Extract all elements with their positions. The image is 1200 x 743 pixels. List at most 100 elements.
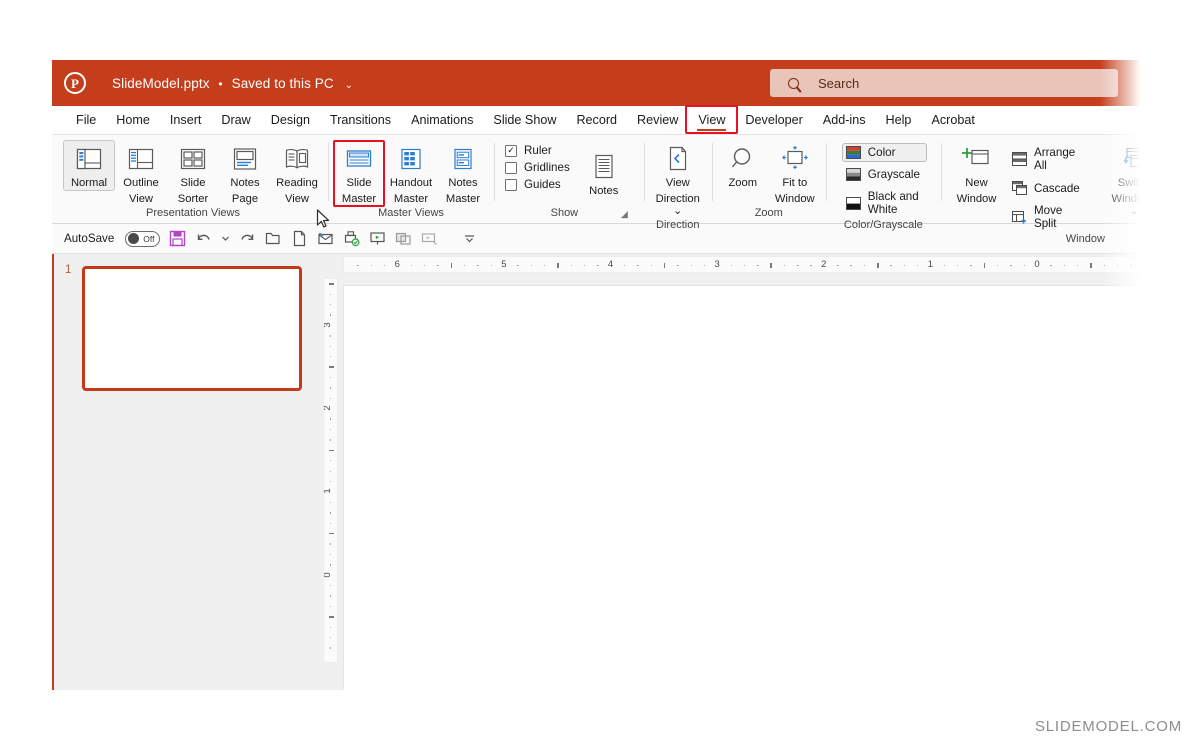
grayscale-option-label: Grayscale	[867, 168, 920, 181]
tab-record[interactable]: Record	[566, 110, 627, 130]
tab-file[interactable]: File	[66, 110, 106, 130]
notes-master-button[interactable]: Notes Master	[437, 140, 489, 206]
slide-canvas[interactable]	[343, 285, 1152, 690]
hruler-minor-tick	[983, 263, 986, 268]
hruler-minor-tick	[677, 264, 679, 266]
normal-view-button[interactable]: Normal	[63, 140, 115, 191]
arrange-all-option[interactable]: Arrange All	[1008, 143, 1093, 175]
horizontal-ruler[interactable]: 6 5 4 3 2 1 0	[343, 256, 1150, 273]
vruler-minor-tick	[330, 470, 332, 472]
vertical-ruler[interactable]: 3 2 1 0	[322, 278, 338, 663]
new-window-button[interactable]: New Window	[949, 140, 1004, 206]
view-direction-button[interactable]: View Direction ⌄	[649, 140, 707, 219]
search-input[interactable]: Search	[770, 69, 1118, 97]
ribbon-group-master-views: Slide Master Handout Master Notes Master…	[328, 135, 494, 223]
new-file-icon[interactable]	[291, 230, 308, 247]
document-title[interactable]: SlideModel.pptx • Saved to this PC ⌄	[112, 76, 353, 91]
zoom-button[interactable]: Zoom	[717, 140, 769, 191]
bw-swatch-icon	[845, 196, 861, 210]
hruler-minor-tick	[463, 264, 466, 266]
ruler-checkbox-box: ✓	[505, 144, 517, 157]
vruler-minor-tick	[328, 532, 334, 535]
slide-sorter-button[interactable]: Slide Sorter	[167, 140, 219, 206]
tab-view[interactable]: View	[688, 110, 735, 131]
start-slideshow-icon[interactable]	[369, 230, 386, 247]
print-preview-icon[interactable]	[343, 230, 360, 247]
handout-master-label-1: Handout	[389, 177, 433, 189]
grayscale-option[interactable]: Grayscale	[842, 165, 927, 184]
tab-help[interactable]: Help	[876, 110, 922, 130]
tab-draw[interactable]: Draw	[211, 110, 260, 130]
notes-page-button[interactable]: Notes Page	[219, 140, 271, 206]
notes-icon	[592, 152, 616, 182]
outline-view-button[interactable]: Outline View	[115, 140, 167, 206]
save-status: Saved to this PC	[231, 75, 334, 91]
color-mode-options: Color Grayscale Black and White	[838, 140, 929, 219]
hruler-minor-tick	[837, 264, 839, 266]
redo-icon[interactable]	[239, 230, 256, 247]
fit-to-window-button[interactable]: Fit to Window	[769, 140, 821, 206]
hruler-minor-tick	[690, 264, 692, 266]
ribbon-group-window: New Window Arrange All Cascade Move Spli…	[940, 135, 1152, 245]
tab-developer[interactable]: Developer	[735, 110, 812, 130]
undo-icon[interactable]	[195, 230, 212, 247]
ruler-checkbox[interactable]: ✓ Ruler	[505, 144, 570, 157]
slide-thumbnail-1[interactable]	[82, 266, 302, 391]
open-icon[interactable]	[265, 230, 282, 247]
tab-slide-show[interactable]: Slide Show	[483, 110, 566, 130]
hruler-minor-tick	[757, 264, 759, 266]
file-name: SlideModel.pptx	[112, 75, 210, 91]
vruler-minor-tick	[328, 616, 334, 618]
black-and-white-option[interactable]: Black and White	[842, 187, 927, 219]
handout-master-label-2: Master	[393, 192, 429, 205]
ribbon-group-color-grayscale: Color Grayscale Black and White Color/Gr…	[825, 135, 941, 231]
hruler-minor-tick	[1090, 263, 1092, 268]
hruler-minor-tick	[650, 264, 652, 266]
duplicate-icon[interactable]	[395, 230, 412, 247]
hruler-minor-tick	[997, 264, 999, 266]
present-online-icon[interactable]	[421, 230, 438, 247]
switch-windows-button[interactable]: Switch Windows ⌄	[1107, 140, 1152, 219]
tab-acrobat[interactable]: Acrobat	[921, 110, 984, 130]
hruler-minor-tick	[1130, 264, 1132, 266]
qat-more-icon[interactable]	[461, 230, 478, 247]
autosave-state-label: Off	[143, 233, 155, 244]
group-label-presentation-views: Presentation Views	[146, 207, 240, 219]
tab-design[interactable]: Design	[261, 110, 320, 130]
slide-edit-area: 6 5 4 3 2 1 0	[341, 254, 1152, 690]
tab-review[interactable]: Review	[627, 110, 688, 130]
move-split-icon	[1011, 210, 1027, 224]
switch-windows-label-2: Windows ⌄	[1111, 192, 1152, 218]
tab-insert[interactable]: Insert	[160, 110, 212, 130]
autosave-toggle[interactable]: Off	[125, 230, 161, 247]
tab-animations[interactable]: Animations	[401, 110, 483, 130]
guides-checkbox[interactable]: Guides	[505, 178, 570, 191]
move-split-option[interactable]: Move Split	[1008, 201, 1093, 233]
slide-thumbnail-pane[interactable]: 1	[54, 254, 319, 690]
handout-master-icon	[398, 144, 424, 174]
view-direction-label-2: Direction ⌄	[655, 192, 700, 218]
slidemodel-watermark: SLIDEMODEL.COM	[1034, 718, 1182, 735]
tab-transitions[interactable]: Transitions	[320, 110, 401, 130]
vruler-minor-tick	[330, 553, 332, 556]
chevron-down-icon[interactable]: ⌄	[345, 80, 353, 91]
tab-add-ins[interactable]: Add-ins	[813, 110, 876, 130]
reading-view-button[interactable]: Reading View	[271, 140, 323, 206]
group-label-show-text: Show	[550, 207, 579, 219]
email-icon[interactable]	[317, 230, 334, 247]
normal-view-icon	[76, 144, 102, 174]
undo-dropdown-icon[interactable]	[221, 230, 230, 247]
color-option[interactable]: Color	[841, 143, 927, 162]
dialog-launcher-icon[interactable]: ◢	[621, 209, 628, 220]
cascade-option[interactable]: Cascade	[1008, 178, 1093, 198]
save-icon[interactable]	[169, 230, 186, 247]
group-label-zoom: Zoom	[754, 207, 783, 219]
gridlines-checkbox[interactable]: Gridlines	[505, 161, 570, 174]
slide-master-button[interactable]: Slide Master	[333, 140, 385, 208]
hruler-minor-tick	[1050, 264, 1052, 266]
grayscale-swatch-icon	[845, 168, 861, 181]
handout-master-button[interactable]: Handout Master	[385, 140, 437, 206]
slide-master-icon	[346, 144, 372, 174]
tab-home[interactable]: Home	[106, 110, 160, 130]
notes-button[interactable]: Notes	[578, 148, 630, 199]
